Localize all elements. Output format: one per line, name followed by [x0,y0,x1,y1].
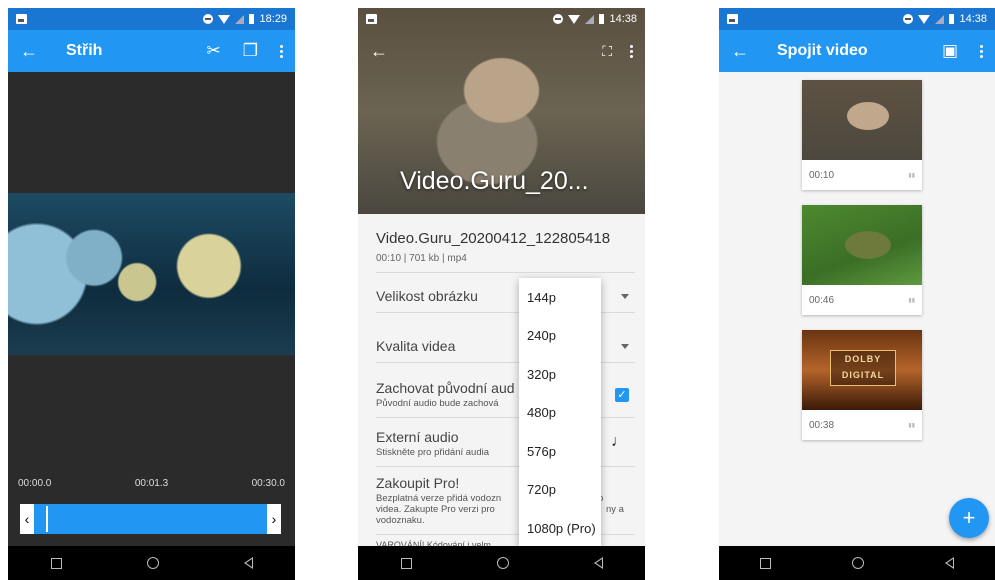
drag-handle-icon[interactable]: ▮▮ [908,297,915,304]
file-name: Video.Guru_20200412_122805418 [376,230,611,247]
recents-icon[interactable] [759,557,771,569]
system-nav-bar [719,546,995,580]
back-arrow-icon[interactable]: ← [370,41,388,62]
buy-pro-sub-2-tail: ny a [606,504,624,515]
page-title: Spojit video [777,42,868,59]
recents-icon[interactable] [50,557,62,569]
wifi-icon [568,14,581,24]
dolby-logo: DOLBY DIGITAL [830,350,896,386]
clip-thumbnail [802,80,922,160]
recents-icon[interactable] [400,557,412,569]
resolution-dropdown[interactable]: 144p 240p 320p 480p 576p 720p 1080p (Pro… [519,278,601,548]
wifi-icon [218,14,231,24]
merge-screen: 14:38 ← Spojit video ▣ 00:10 ▮▮ 00:46 ▮▮ D… [719,8,995,580]
trim-handle-left[interactable]: ‹ [20,504,34,534]
home-icon[interactable] [851,557,864,569]
clip-thumbnail: DOLBY DIGITAL [802,330,922,410]
buy-pro-sub-2-text: videa. Zakupte Pro verzi pro [376,504,495,515]
export-settings-screen: Video.Guru_20... 14:38 ← ⛶ Video.Guru_20… [358,8,645,580]
clip-duration: 00:38 [809,419,835,431]
drag-handle-icon[interactable]: ▮▮ [908,172,915,179]
page-title: Střih [66,42,103,59]
trim-range-bar[interactable]: ‹ › [20,504,281,534]
time-current: 00:01.3 [134,478,169,489]
resolution-option[interactable]: 1080p (Pro) [519,509,601,548]
signal-icon [935,14,945,24]
clip-card[interactable]: 00:10 ▮▮ [802,80,922,190]
more-options-icon[interactable] [630,44,633,58]
clip-duration: 00:46 [809,294,835,306]
resolution-option[interactable]: 576p [519,432,601,471]
status-bar: 14:38 [719,8,995,30]
file-info: Video.Guru_20200412_122805418 00:10 | 70… [376,230,635,273]
time-start: 00:00.0 [18,478,52,489]
file-meta: 00:10 | 701 kb | mp4 [376,253,467,264]
battery-icon [249,14,255,24]
signal-icon [235,14,245,24]
more-options-icon[interactable] [980,44,983,58]
divider [376,272,635,273]
status-time: 18:29 [259,13,287,25]
drag-handle-icon[interactable]: ▮▮ [908,422,915,429]
trim-handle-right[interactable]: › [267,504,281,534]
resolution-option[interactable]: 240p [519,317,601,356]
save-icon[interactable]: ▣ [942,41,958,61]
status-time: 14:38 [959,13,987,25]
copy-icon[interactable]: ❐ [243,41,258,61]
resolution-option[interactable]: 320p [519,355,601,394]
timeline-labels: 00:00.0 00:01.3 00:30.0 [18,478,285,489]
signal-icon [585,14,595,24]
trim-screen: 18:29 ← Střih ✂ ❐ 00:00.0 00:01.3 00:30.… [8,8,295,580]
playhead-cursor[interactable] [46,506,48,532]
battery-icon [949,14,955,24]
status-bar: 14:38 [358,8,645,30]
dnd-icon [553,14,564,24]
dropdown-caret-icon [621,344,629,349]
dnd-icon [903,14,914,24]
back-arrow-icon[interactable]: ← [731,41,755,62]
buy-pro-sub-1-text: Bezplatná verze přidá vodozn [376,493,502,504]
back-nav-icon[interactable] [945,557,955,569]
system-nav-bar [358,546,645,580]
clip-card[interactable]: DOLBY DIGITAL 00:38 ▮▮ [802,330,922,440]
clip-duration: 00:10 [809,169,835,181]
resolution-option[interactable]: 144p [519,278,601,317]
status-time: 14:38 [609,13,637,25]
gallery-notification-icon [16,14,27,24]
back-nav-icon[interactable] [243,557,253,569]
gallery-notification-icon [366,14,377,24]
more-options-icon[interactable] [280,44,283,58]
music-note-icon[interactable]: ♩ [611,433,627,451]
back-nav-icon[interactable] [593,557,603,569]
resolution-option[interactable]: 480p [519,394,601,433]
status-bar: 18:29 [8,8,295,30]
gallery-notification-icon [727,14,738,24]
collapse-icon[interactable]: ⛶ [602,43,612,60]
wifi-icon [918,14,931,24]
app-bar: ← Spojit video ▣ [719,30,995,72]
video-overlay-title: Video.Guru_20... [400,167,589,195]
video-preview[interactable] [8,193,295,355]
clip-thumbnail [802,205,922,285]
dnd-icon [203,14,214,24]
dropdown-caret-icon [621,294,629,299]
resolution-option[interactable]: 720p [519,471,601,510]
system-nav-bar [8,546,295,580]
home-icon[interactable] [496,557,509,569]
battery-icon [599,14,605,24]
back-arrow-icon[interactable]: ← [20,41,44,62]
add-clip-button[interactable]: + [949,498,989,538]
home-icon[interactable] [146,557,159,569]
app-bar: ← Střih ✂ ❐ [8,30,295,72]
scissors-icon[interactable]: ✂ [207,41,221,61]
clip-card[interactable]: 00:46 ▮▮ [802,205,922,315]
time-end: 00:30.0 [251,478,285,489]
keep-audio-checkbox[interactable]: ✓ [615,388,629,402]
app-bar: ← ⛶ [358,30,645,72]
